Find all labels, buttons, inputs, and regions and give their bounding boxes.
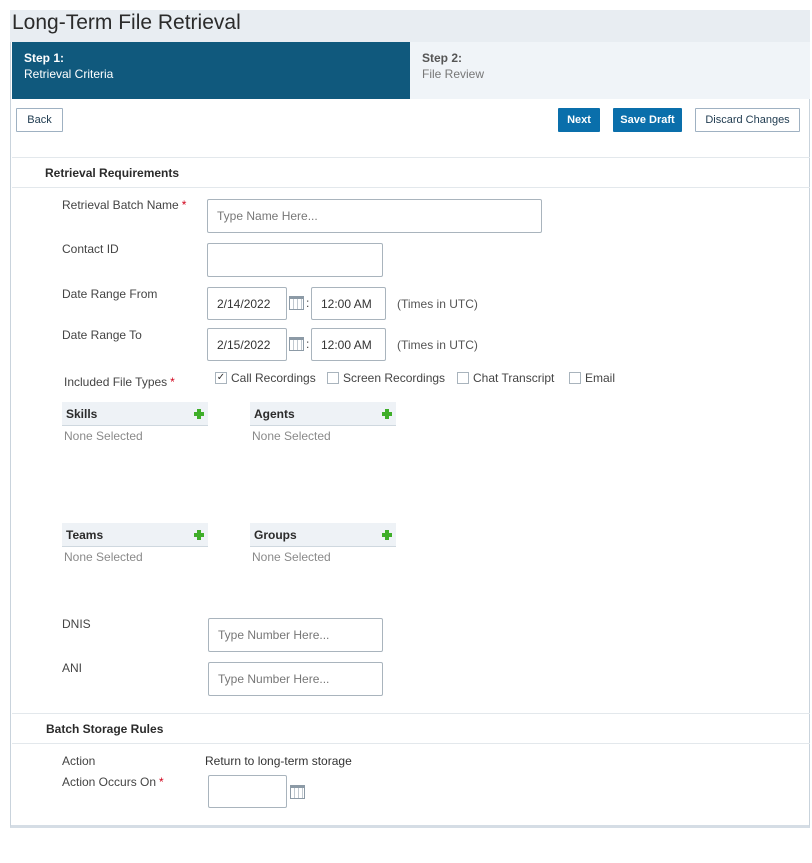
file-types-label: Included File Types * (64, 375, 175, 389)
call-recordings-checkbox[interactable]: ✓ Call Recordings (215, 371, 316, 385)
date-from-label: Date Range From (62, 287, 158, 301)
save-draft-button[interactable]: Save Draft (613, 108, 682, 132)
divider (12, 713, 810, 714)
divider (12, 187, 810, 188)
retrieval-requirements-heading: Retrieval Requirements (45, 166, 180, 180)
groups-empty: None Selected (252, 550, 331, 564)
date-to-input[interactable]: 2/15/2022 (207, 328, 287, 361)
utc-hint: (Times in UTC) (397, 338, 478, 352)
required-marker: * (159, 775, 164, 789)
back-button[interactable]: Back (16, 108, 63, 132)
contact-id-input[interactable] (207, 243, 383, 277)
ani-label: ANI (62, 661, 83, 675)
date-to-label: Date Range To (62, 328, 142, 342)
batch-name-label-text: Retrieval Batch Name (62, 198, 179, 212)
chat-transcript-checkbox[interactable]: Chat Transcript (457, 371, 554, 385)
plus-icon[interactable] (382, 529, 392, 540)
batch-storage-heading: Batch Storage Rules (46, 722, 164, 736)
groups-picker-header: Groups (250, 523, 396, 547)
dnis-placeholder: Type Number Here... (218, 628, 330, 642)
action-occurs-label: Action Occurs On * (62, 775, 164, 789)
batch-name-input[interactable]: Type Name Here... (207, 199, 542, 233)
email-checkbox[interactable]: Email (569, 371, 615, 385)
required-marker: * (181, 198, 187, 212)
step-1-tab[interactable]: Step 1: Retrieval Criteria (12, 42, 410, 99)
plus-icon[interactable] (194, 408, 204, 419)
step-2-tab[interactable]: Step 2: File Review (410, 42, 810, 99)
time-to-value: 12:00 AM (321, 337, 372, 352)
checkbox-label: Call Recordings (231, 371, 316, 385)
agents-title: Agents (254, 406, 295, 421)
contact-id-label: Contact ID (62, 242, 119, 256)
calendar-icon[interactable] (289, 337, 304, 351)
checkbox-box[interactable] (569, 372, 581, 384)
discard-changes-button[interactable]: Discard Changes (695, 108, 800, 132)
plus-icon[interactable] (194, 529, 204, 540)
teams-title: Teams (66, 527, 104, 542)
agents-empty: None Selected (252, 429, 331, 443)
skills-title: Skills (66, 406, 98, 421)
groups-title: Groups (254, 527, 297, 542)
ani-input[interactable]: Type Number Here... (208, 662, 383, 696)
page-title: Long-Term File Retrieval (12, 11, 241, 34)
skills-empty: None Selected (64, 429, 143, 443)
time-to-input[interactable]: 12:00 AM (311, 328, 386, 361)
step-2-label: File Review (422, 67, 485, 81)
divider (12, 743, 810, 744)
file-types-label-text: Included File Types (64, 375, 168, 389)
checkbox-label: Screen Recordings (343, 371, 446, 385)
checkbox-box[interactable] (457, 372, 469, 384)
ani-placeholder: Type Number Here... (218, 672, 330, 686)
calendar-icon[interactable] (290, 785, 305, 799)
step-1-number: Step 1: (24, 51, 65, 65)
time-separator: : (306, 296, 310, 310)
screen-recordings-checkbox[interactable]: Screen Recordings (327, 371, 445, 385)
date-from-value: 2/14/2022 (217, 296, 271, 311)
date-from-input[interactable]: 2/14/2022 (207, 287, 287, 320)
check-icon[interactable]: ✓ (215, 372, 227, 384)
checkbox-box[interactable] (327, 372, 339, 384)
action-occurs-label-text: Action Occurs On (62, 775, 157, 789)
calendar-icon[interactable] (289, 296, 304, 310)
skills-picker-header: Skills (62, 402, 208, 426)
step-1-label: Retrieval Criteria (24, 67, 114, 81)
utc-hint: (Times in UTC) (397, 297, 478, 311)
time-from-value: 12:00 AM (321, 296, 372, 311)
dnis-label: DNIS (62, 617, 91, 631)
batch-name-placeholder: Type Name Here... (217, 209, 318, 223)
time-from-input[interactable]: 12:00 AM (311, 287, 386, 320)
next-button[interactable]: Next (558, 108, 600, 132)
action-label: Action (62, 754, 96, 768)
checkbox-label: Chat Transcript (473, 371, 555, 385)
teams-empty: None Selected (64, 550, 143, 564)
action-occurs-date-input[interactable] (208, 775, 287, 808)
plus-icon[interactable] (382, 408, 392, 419)
dnis-input[interactable]: Type Number Here... (208, 618, 383, 652)
required-marker: * (170, 375, 175, 389)
date-to-value: 2/15/2022 (217, 337, 271, 352)
time-separator: : (306, 337, 310, 351)
batch-name-label: Retrieval Batch Name * (62, 198, 186, 212)
checkbox-label: Email (585, 371, 616, 385)
agents-picker-header: Agents (250, 402, 396, 426)
teams-picker-header: Teams (62, 523, 208, 547)
divider (12, 157, 810, 158)
action-value: Return to long-term storage (205, 754, 352, 768)
step-2-number: Step 2: (422, 51, 463, 65)
